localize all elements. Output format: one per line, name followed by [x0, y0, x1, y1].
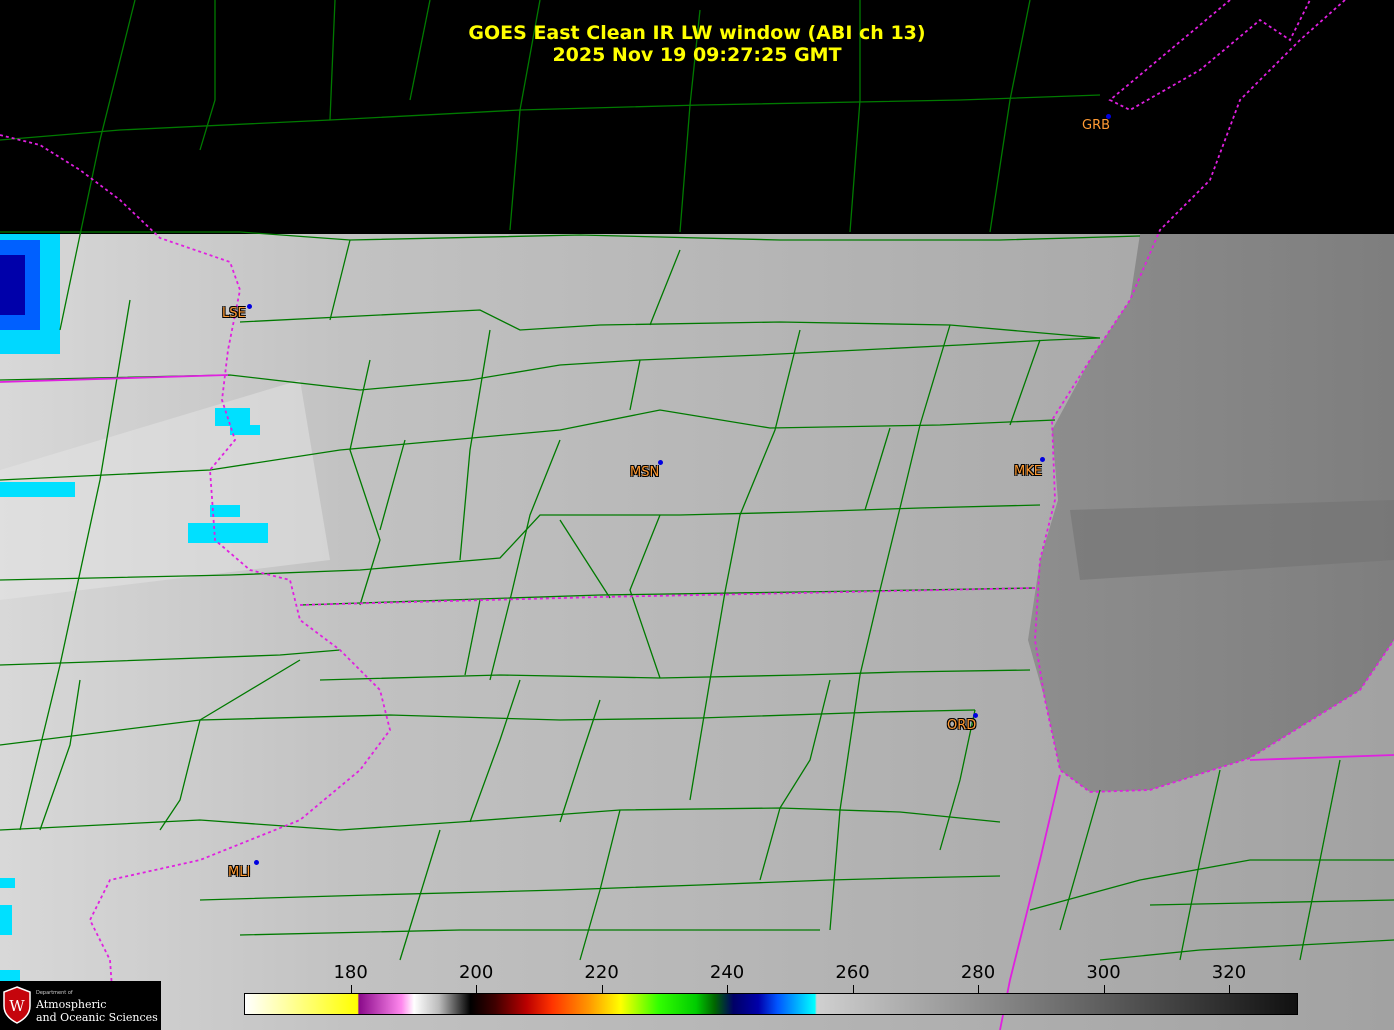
ir-satellite-map	[0, 0, 1394, 1030]
station-dot-mli	[254, 860, 259, 865]
colorbar-tick-label: 220	[584, 962, 619, 983]
colorbar-tick-mark	[601, 985, 603, 993]
colorbar-tick-mark	[1103, 985, 1105, 993]
colorbar-tick-mark	[727, 985, 729, 993]
colorbar-tick-label: 320	[1211, 962, 1247, 983]
map-timestamp: 2025 Nov 19 09:27:25 GMT	[552, 44, 842, 66]
colorbar-tick-mark	[978, 985, 980, 993]
station-dot-mke	[1040, 457, 1045, 462]
colorbar-tick-label: 200	[458, 962, 494, 983]
colorbar-tick-label: 180	[333, 962, 368, 983]
colorbar-tick-mark	[476, 985, 478, 993]
aos-logo: W Department of Atmospheric and Oceanic …	[0, 981, 161, 1030]
colorbar-tick-mark	[852, 985, 854, 993]
station-label-ord: ORD	[947, 718, 977, 733]
colorbar-tick-mark	[350, 985, 352, 993]
logo-line1: Atmospheric	[36, 998, 107, 1011]
colorbar-tick-label: 280	[960, 962, 996, 983]
station-label-grb: GRB	[1082, 118, 1111, 133]
colorbar-tick-mark	[1228, 985, 1230, 993]
colorbar-tick-label: 300	[1086, 962, 1121, 983]
colorbar-tick-label: 260	[835, 962, 870, 983]
logo-dept-text: Department of	[36, 990, 73, 996]
station-label-mli: MLI	[228, 865, 251, 880]
station-dot-lse	[247, 304, 252, 309]
station-label-lse: LSE	[222, 306, 246, 321]
map-title: GOES East Clean IR LW window (ABI ch 13)	[468, 22, 926, 44]
logo-line2: and Oceanic Sciences	[36, 1011, 158, 1024]
station-label-mke: MKE	[1014, 464, 1042, 479]
svg-text:W: W	[9, 997, 25, 1015]
temperature-colorbar	[244, 993, 1298, 1015]
colorbar-tick-label: 240	[709, 962, 745, 983]
station-label-msn: MSN	[630, 465, 660, 480]
uw-crest-icon: W	[3, 986, 31, 1024]
